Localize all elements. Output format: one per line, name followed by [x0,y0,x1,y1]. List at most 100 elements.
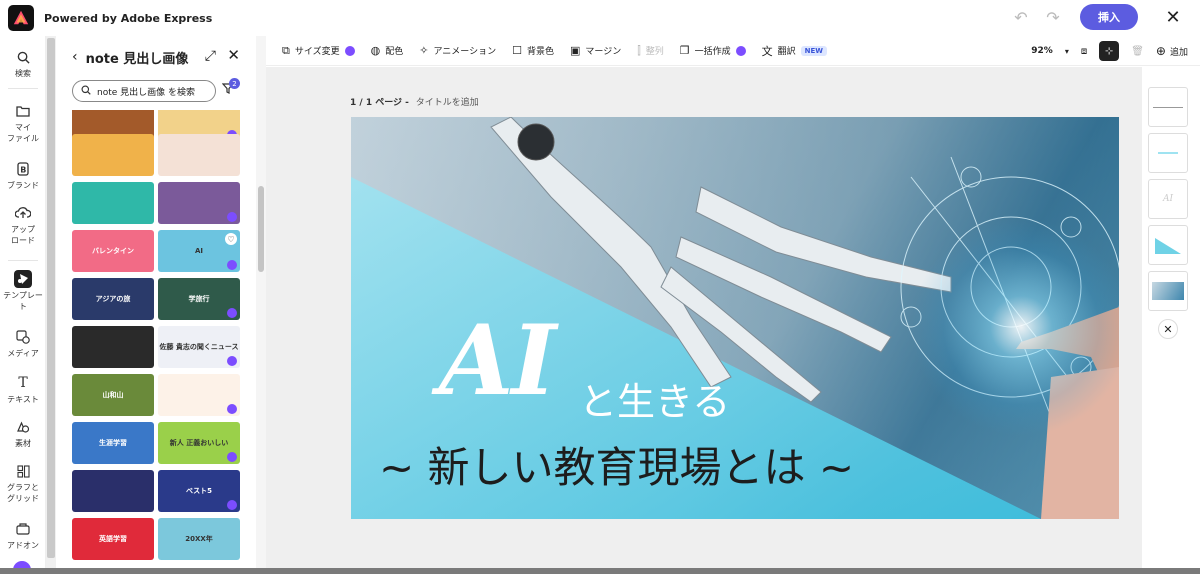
chevron-down-icon[interactable]: ▾ [1065,47,1069,56]
page-thumb[interactable] [1148,271,1188,311]
close-icon[interactable]: ✕ [1162,6,1184,28]
insert-button[interactable]: 挿入 [1080,4,1138,30]
premium-crown-icon [227,500,237,510]
redo-icon[interactable]: ↷ [1042,6,1064,28]
subtitle-text[interactable]: ~ 新しい教育現場とは ~ [379,447,854,489]
align-icon: ⫿ [637,43,641,57]
expand-icon[interactable]: ⤢ [205,48,216,64]
panel-scrollbar[interactable] [256,36,266,574]
rail-scrollbar-thumb[interactable] [47,38,55,558]
undo-icon[interactable]: ↶ [1010,6,1032,28]
template-thumbnail[interactable] [72,470,154,512]
template-thumbnail[interactable]: バレンタイン [72,230,154,272]
media-icon [14,328,32,346]
rail-label: アドオン [7,541,39,550]
template-thumbnail[interactable]: 学旅行 [158,278,240,320]
template-thumbnail[interactable]: 山和山 [72,374,154,416]
rail-divider [8,88,38,89]
page-thumb[interactable] [1148,225,1188,265]
rail-scrollbar[interactable] [46,36,56,574]
rail-item-search[interactable]: 検索 [0,48,46,79]
page-thumb[interactable]: AI [1148,179,1188,219]
resize-tool[interactable]: ⧉ サイズ変更 [282,44,355,58]
template-search-box[interactable] [72,80,216,102]
rail-label: マイ ファイル [7,123,39,143]
artboard[interactable]: AI と生きる ~ 新しい教育現場とは ~ [351,117,1119,519]
color-scheme-tool[interactable]: ◍ 配色 [371,44,404,57]
close-pages-icon[interactable]: ✕ [1158,319,1178,339]
margin-tool[interactable]: ▣ マージン [570,44,621,57]
bulk-create-icon: ❐ [679,44,690,57]
template-thumbnail[interactable]: アジアの旅 [72,278,154,320]
templates-panel: ‹ note 見出し画像 ⤢ ✕ 2 バレンタイン AI ♡ アジアの旅 学旅行佐藤 貴… [56,36,256,574]
align-tool[interactable]: ⫿ 整列 [637,44,664,58]
back-arrow-icon[interactable]: ‹ [72,49,78,65]
rail-label: グラフと グリッド [7,483,39,503]
page-label: 1 / 1 ページ - タイトルを追加 [350,95,479,108]
animation-icon: ✧ [419,44,429,57]
tool-label: サイズ変更 [294,47,340,57]
rail-label: 素材 [15,439,31,448]
translate-tool[interactable]: 文 翻訳 NEW [762,43,828,59]
layers-icon[interactable]: ⧈ [1081,46,1087,57]
rail-label: テンプレー ト [3,291,43,311]
template-thumbnail[interactable]: 英語学習 [72,518,154,560]
background-color-tool[interactable]: ☐ 背景色 [512,44,554,57]
rail-item-media[interactable]: メディア [0,328,46,359]
template-thumbnail[interactable] [158,374,240,416]
rail-item-elements[interactable]: 素材 [0,418,46,449]
thumb-line [1158,152,1178,154]
rail-item-templates[interactable]: テンプレー ト [0,270,46,312]
tool-label: 配色 [385,47,404,57]
thumbnail-text: 学旅行 [188,295,210,303]
zoom-level[interactable]: 92% [1031,46,1053,56]
rail-label: メディア [7,349,39,358]
rail-item-upload[interactable]: アップ ロード [0,204,46,246]
bulk-create-tool[interactable]: ❐ 一括作成 [680,44,746,57]
template-thumbnail[interactable]: 生涯学習 [72,422,154,464]
rail-item-addons[interactable]: アドオン [0,520,46,551]
panel-scrollbar-thumb[interactable] [258,186,264,272]
template-thumbnail[interactable] [158,134,240,176]
thumbnail-text: バレンタイン [92,247,134,255]
tool-label: 一括作成 [694,47,731,57]
template-thumbnail[interactable] [72,182,154,224]
template-thumbnail[interactable]: 新人 正義おいしい [158,422,240,464]
thumb-ai-mark: AI [1162,194,1174,204]
tool-label: 整列 [645,47,664,57]
rail-item-my-files[interactable]: マイ ファイル [0,102,46,144]
ai-heading[interactable]: AI [439,313,556,409]
live-with-text[interactable]: と生きる [579,383,730,421]
template-thumbnail[interactable] [158,182,240,224]
template-thumbnail[interactable] [72,134,154,176]
add-title-link[interactable]: タイトルを追加 [416,98,479,108]
template-thumbnail[interactable]: 佐藤 貴志の聞くニュース [158,326,240,368]
rail-item-brand[interactable]: B ブランド [0,160,46,191]
tool-label: アニメーション [433,47,497,57]
trash-icon[interactable]: 🗑 [1131,46,1144,57]
thumbnail-text: アジアの旅 [95,295,131,303]
template-thumbnail[interactable]: 20XX年 [158,518,240,560]
thumbnail-text: 20XX年 [185,535,213,543]
panel-close-icon[interactable]: ✕ [227,46,240,64]
premium-crown-icon [227,356,237,366]
canvas-area[interactable]: 1 / 1 ページ - タイトルを追加 AI と生きる ~ 新しい教育現場とは … [266,67,1142,574]
template-thumbnail[interactable]: ベスト5 [158,470,240,512]
favorite-heart-icon[interactable]: ♡ [225,233,237,245]
add-page-button[interactable]: ⊕ 追加 [1156,44,1188,58]
rail-divider [8,260,38,261]
template-thumbnail[interactable]: AI ♡ [158,230,240,272]
adobe-express-logo-icon [8,5,34,31]
animation-tool[interactable]: ✧ アニメーション [419,44,496,57]
rail-item-text[interactable]: T テキスト [0,374,46,405]
layout-toggle-icon[interactable]: ⊹ [1099,41,1120,61]
thumbnail-text: 英語学習 [99,535,127,543]
page-thumb[interactable] [1148,133,1188,173]
premium-crown-icon [227,404,237,414]
template-thumbnail[interactable] [72,326,154,368]
rail-label: 検索 [15,69,31,78]
template-search-input[interactable] [97,86,207,96]
page-thumb[interactable] [1148,87,1188,127]
thumb-image [1152,282,1184,300]
rail-item-charts-grids[interactable]: グラフと グリッド [0,462,46,504]
